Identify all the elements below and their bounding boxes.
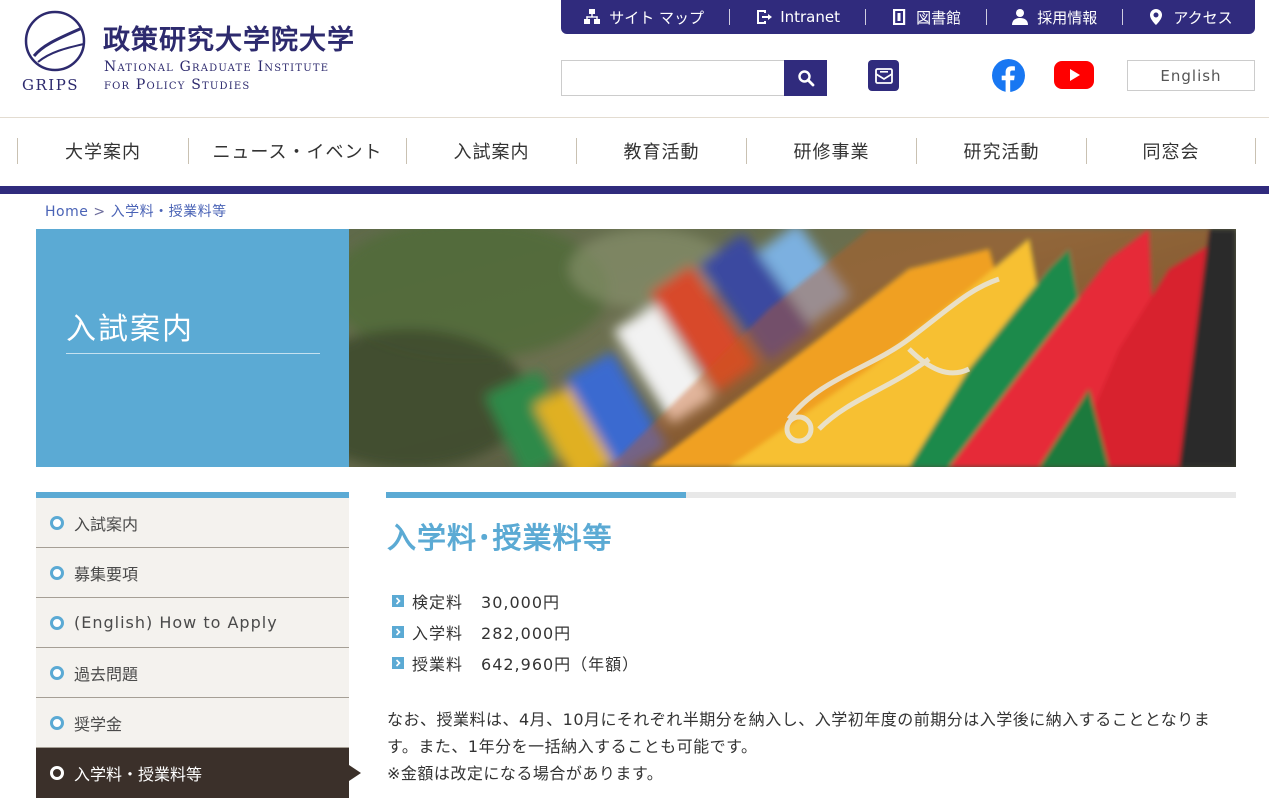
bullet-circle-icon (50, 565, 64, 580)
util-link-careers[interactable]: 採用情報 (1011, 7, 1097, 28)
facebook-button[interactable] (992, 59, 1025, 92)
gnav-item-admissions[interactable]: 入試案内 (406, 138, 576, 164)
util-link-label: アクセス (1173, 8, 1233, 27)
logo-english-name: National Graduate Institute for Policy S… (104, 58, 329, 94)
page-title: 入学料･授業料等 (387, 521, 613, 555)
chevron-right-icon (392, 625, 404, 638)
fee-amount: 30,000円 (481, 592, 561, 612)
util-link-sitemap[interactable]: サイト マップ (583, 7, 704, 28)
youtube-icon (1054, 61, 1094, 89)
facebook-icon (992, 59, 1025, 92)
side-nav-item-past-exams[interactable]: 過去問題 (36, 648, 349, 698)
person-icon (1012, 9, 1029, 25)
newsletter-button[interactable] (868, 60, 899, 91)
gnav-item-research[interactable]: 研究活動 (916, 138, 1086, 164)
bullet-circle-icon (50, 766, 64, 780)
fee-item: 授業料 642,960円（年額） (392, 647, 639, 678)
intranet-icon (757, 10, 773, 24)
search-icon (797, 70, 814, 87)
gnav-item-alumni[interactable]: 同窓会 (1086, 138, 1256, 164)
logo-abbreviation: GRIPS (22, 76, 80, 94)
breadcrumb: Home > 入学料・授業料等 (45, 201, 227, 221)
location-pin-icon (1150, 9, 1163, 25)
side-nav-label: 奨学金 (74, 714, 123, 734)
side-nav-item-application-guidelines[interactable]: 募集要項 (36, 548, 349, 598)
hero-title-panel: 入試案内 (36, 229, 349, 467)
content-top-bar-accent (386, 492, 686, 498)
fee-item: 入学料 282,000円 (392, 616, 639, 647)
fee-list: 検定料 30,000円 入学料 282,000円 授業料 642,960円（年額… (392, 585, 639, 678)
util-link-label: サイト マップ (609, 8, 705, 27)
chevron-right-icon (392, 594, 404, 607)
utility-bar: サイト マップ Intranet 図書館 採用情報 アクセス (561, 0, 1255, 34)
side-nav-item-admissions[interactable]: 入試案内 (36, 498, 349, 548)
logo-english-line1: National Graduate Institute (104, 59, 330, 75)
bullet-circle-icon (50, 665, 64, 680)
divider (864, 9, 866, 25)
content-top-bar (386, 492, 1236, 498)
fee-name: 入学料 (412, 623, 464, 643)
side-nav-label: 募集要項 (74, 564, 139, 584)
search-button[interactable] (784, 60, 827, 96)
global-navigation: 大学案内 ニュース・イベント 入試案内 教育活動 研修事業 研究活動 同窓会 (0, 117, 1269, 194)
youtube-button[interactable] (1054, 60, 1094, 90)
mail-icon (874, 67, 893, 84)
sitemap-icon (584, 9, 601, 24)
side-nav-label: 入試案内 (74, 514, 139, 534)
util-link-label: 図書館 (916, 8, 962, 27)
fee-payment-notes: なお、授業料は、4月、10月にそれぞれ半期分を納入し、入学初年度の前期分は入学後… (387, 706, 1237, 787)
side-nav-item-how-to-apply[interactable]: (English) How to Apply (36, 598, 349, 648)
gnav-item-education[interactable]: 教育活動 (576, 138, 746, 164)
gnav-item-training[interactable]: 研修事業 (746, 138, 916, 164)
util-link-access[interactable]: アクセス (1147, 7, 1233, 28)
side-navigation: 入試案内 募集要項 (English) How to Apply 過去問題 奨学… (36, 492, 361, 798)
nav-accent-bar (0, 186, 1269, 194)
library-icon (893, 9, 906, 25)
hero-title-underline (66, 353, 320, 354)
fee-item: 検定料 30,000円 (392, 585, 639, 616)
util-link-label: Intranet (780, 8, 840, 26)
logo-english-line2: for Policy Studies (104, 77, 251, 93)
bullet-circle-icon (50, 615, 64, 630)
hero-section-title: 入試案内 (66, 312, 194, 347)
divider (985, 9, 987, 25)
logo-japanese-name[interactable]: 政策研究大学院大学 (103, 18, 355, 57)
breadcrumb-separator: > (93, 204, 106, 220)
bullet-circle-icon (50, 515, 64, 530)
util-link-intranet[interactable]: Intranet (754, 8, 840, 26)
fee-amount: 282,000円 (481, 623, 572, 643)
breadcrumb-current: 入学料・授業料等 (110, 204, 227, 220)
fee-amount: 642,960円（年額） (481, 654, 640, 674)
side-nav-item-fees[interactable]: 入学料・授業料等 (36, 748, 361, 798)
payment-schedule-text: なお、授業料は、4月、10月にそれぞれ半期分を納入し、入学初年度の前期分は入学後… (387, 710, 1211, 756)
gnav-item-about[interactable]: 大学案内 (17, 138, 188, 164)
breadcrumb-home-link[interactable]: Home (45, 204, 88, 220)
global-nav-list: 大学案内 ニュース・イベント 入試案内 教育活動 研修事業 研究活動 同窓会 (17, 138, 1256, 164)
util-link-label: 採用情報 (1037, 8, 1098, 27)
side-nav-label: (English) How to Apply (74, 613, 278, 632)
english-language-button[interactable]: English (1127, 60, 1255, 91)
gnav-item-news-events[interactable]: ニュース・イベント (188, 138, 406, 164)
side-nav-label: 入学料・授業料等 (74, 765, 203, 784)
divider (728, 9, 730, 25)
fee-name: 授業料 (412, 654, 464, 674)
util-link-library[interactable]: 図書館 (890, 7, 961, 28)
hero-flags-image (349, 229, 1236, 467)
fee-name: 検定料 (412, 592, 464, 612)
bullet-circle-icon (50, 715, 64, 730)
side-nav-item-scholarships[interactable]: 奨学金 (36, 698, 349, 748)
price-change-note: ※金額は改定になる場合があります。 (387, 764, 664, 783)
chevron-right-icon (392, 656, 404, 669)
divider (1121, 9, 1123, 25)
search-input[interactable] (561, 60, 785, 96)
side-nav-label: 過去問題 (74, 664, 139, 684)
